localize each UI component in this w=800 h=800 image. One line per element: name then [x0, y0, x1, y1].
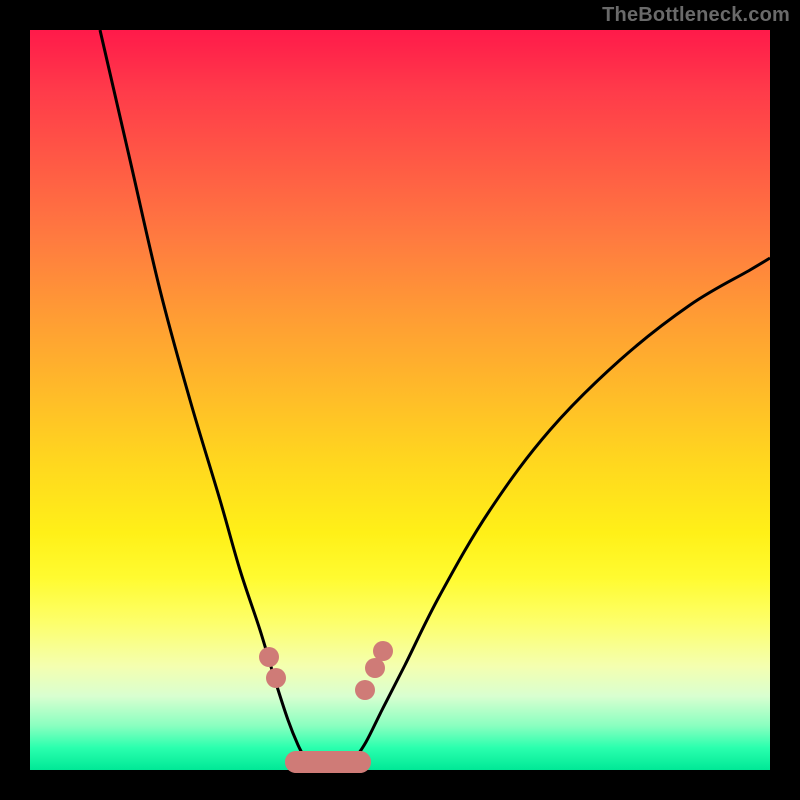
- curve-right-branch: [354, 258, 770, 760]
- bottom-marker-cap-left: [285, 751, 307, 773]
- marker-left-0: [259, 647, 279, 667]
- marker-right-0: [355, 680, 375, 700]
- bottom-marker-cap-right: [349, 751, 371, 773]
- bottleneck-curve-svg: [30, 30, 770, 770]
- markers-right-group: [355, 641, 393, 700]
- watermark-text: TheBottleneck.com: [602, 4, 790, 27]
- marker-right-2: [373, 641, 393, 661]
- marker-right-1: [365, 658, 385, 678]
- marker-left-1: [266, 668, 286, 688]
